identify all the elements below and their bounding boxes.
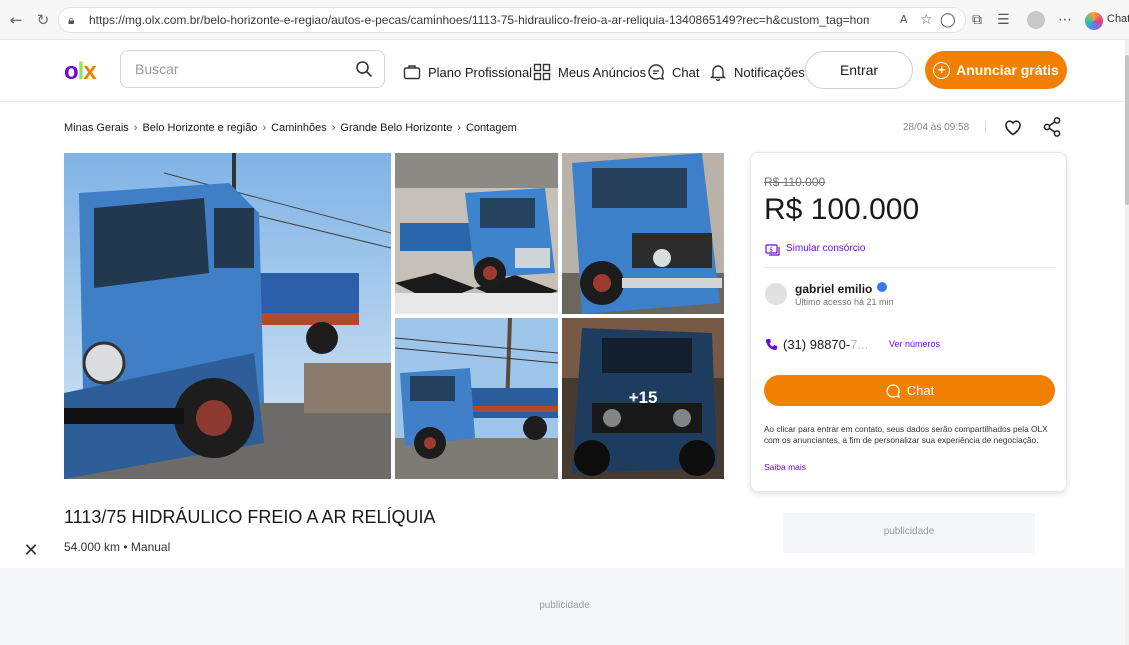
browser-toolbar: ← ↻ 🔒︎ https://mg.olx.com.br/belo-horizo… bbox=[0, 0, 1129, 40]
phone-number-hidden: 7... bbox=[850, 337, 869, 352]
seller-name[interactable]: gabriel emilio bbox=[795, 282, 872, 296]
nav-plano-label: Plano Profissional bbox=[428, 64, 533, 80]
login-button[interactable]: Entrar bbox=[805, 51, 913, 89]
chevron-right-icon: › bbox=[457, 122, 461, 134]
phone-icon bbox=[766, 339, 777, 350]
breadcrumb-item[interactable]: Minas Gerais bbox=[64, 122, 129, 134]
breadcrumb-item[interactable]: Caminhões bbox=[271, 122, 327, 134]
nav-chat[interactable]: Chat bbox=[646, 62, 699, 82]
breadcrumb-item[interactable]: Contagem bbox=[466, 122, 517, 134]
breadcrumb-item[interactable]: Grande Belo Horizonte bbox=[340, 122, 452, 134]
olx-logo[interactable]: olx bbox=[64, 58, 97, 86]
gallery-more-photos[interactable]: +15 bbox=[562, 318, 724, 479]
divider bbox=[985, 120, 986, 134]
simulate-consortium-link[interactable]: Simular consórcio bbox=[786, 243, 865, 254]
chat-bubble-icon bbox=[648, 64, 664, 80]
chat-bubble-icon bbox=[886, 383, 900, 398]
chevron-right-icon: › bbox=[133, 122, 138, 134]
breadcrumb: Minas Gerais › Belo Horizonte e região › C… bbox=[64, 122, 517, 134]
logo-x: x bbox=[83, 58, 96, 85]
bell-icon bbox=[709, 65, 727, 82]
truck-photo-image bbox=[562, 153, 724, 314]
learn-more-link[interactable]: Saiba mais bbox=[764, 462, 806, 472]
chat-button[interactable]: Chat bbox=[764, 375, 1055, 406]
post-date: 28/04 às 09:58 bbox=[903, 122, 970, 133]
gallery-main-photo[interactable] bbox=[64, 153, 391, 479]
announce-button[interactable]: + Anunciar grátis bbox=[925, 51, 1067, 89]
truck-photo-image bbox=[395, 153, 558, 314]
copilot-icon[interactable] bbox=[1085, 12, 1103, 30]
nav-meus-anuncios[interactable]: Meus Anúncios bbox=[532, 62, 646, 82]
seller-last-seen: Último acesso há 21 min bbox=[795, 297, 894, 307]
url-text[interactable]: https://mg.olx.com.br/belo-horizonte-e-r… bbox=[89, 13, 869, 27]
chevron-right-icon: › bbox=[331, 122, 336, 134]
truck-photo-image bbox=[64, 153, 391, 479]
lock-icon: 🔒︎ bbox=[68, 13, 75, 27]
phone-number: (31) 98870-7... bbox=[783, 337, 868, 352]
grid-icon bbox=[533, 63, 551, 81]
breadcrumb-item[interactable]: Belo Horizonte e região bbox=[142, 122, 257, 134]
price-card: R$ 110.000 R$ 100.000 $ Simular consórci… bbox=[750, 152, 1067, 492]
more-menu-icon[interactable]: ⋯ bbox=[1058, 7, 1072, 33]
consortium-icon: $ bbox=[765, 244, 780, 256]
split-screen-icon[interactable]: ⧉ bbox=[972, 7, 982, 33]
share-icon[interactable] bbox=[1042, 116, 1062, 138]
svg-text:$: $ bbox=[769, 247, 773, 254]
current-price: R$ 100.000 bbox=[764, 193, 920, 226]
nav-meus-anuncios-label: Meus Anúncios bbox=[558, 64, 647, 80]
gallery-photo[interactable] bbox=[395, 153, 558, 314]
favorites-list-icon[interactable]: ☰ bbox=[997, 7, 1010, 33]
search-input[interactable] bbox=[135, 61, 345, 77]
phone-number-visible: (31) 98870- bbox=[783, 337, 851, 352]
close-icon[interactable]: ✕ bbox=[20, 540, 42, 562]
gallery-photo[interactable] bbox=[562, 153, 724, 314]
site-header: olx Plano Profissional Meus Anúncios Cha… bbox=[0, 40, 1129, 102]
contact-disclaimer: Ao clicar para entrar em contato, seus d… bbox=[764, 424, 1048, 445]
divider bbox=[764, 267, 1055, 268]
advertisement-label: publicidade bbox=[539, 600, 590, 611]
address-bar[interactable]: 🔒︎ https://mg.olx.com.br/belo-horizonte-… bbox=[58, 7, 966, 33]
chat-button-label: Chat bbox=[906, 383, 935, 398]
scrollbar-thumb[interactable] bbox=[1125, 55, 1129, 205]
chevron-right-icon: › bbox=[262, 122, 267, 134]
nav-notificacoes[interactable]: Notificações bbox=[708, 62, 805, 82]
announce-label: Anunciar grátis bbox=[956, 62, 1059, 78]
favorite-star-icon[interactable]: ☆ bbox=[920, 7, 933, 33]
side-advertisement[interactable]: publicidade bbox=[783, 513, 1035, 553]
read-aloud-icon[interactable]: A bbox=[900, 7, 908, 33]
search-box[interactable] bbox=[120, 50, 385, 88]
heart-icon[interactable] bbox=[1002, 116, 1024, 138]
extension-bell-icon[interactable]: ◯ bbox=[940, 7, 956, 33]
search-icon[interactable] bbox=[354, 59, 374, 79]
seller-avatar[interactable] bbox=[765, 283, 787, 305]
nav-notificacoes-label: Notificações bbox=[734, 64, 805, 80]
advertisement-label: publicidade bbox=[883, 526, 935, 537]
old-price: R$ 110.000 bbox=[764, 175, 826, 189]
copilot-label[interactable]: Chat bbox=[1107, 13, 1129, 25]
ad-specs: 54.000 km • Manual bbox=[64, 540, 171, 554]
profile-avatar[interactable] bbox=[1027, 11, 1045, 29]
ad-title: 1113/75 HIDRÁULICO FREIO A AR RELÍQUIA bbox=[64, 507, 436, 527]
show-numbers-link[interactable]: Ver números bbox=[889, 339, 940, 349]
nav-chat-label: Chat bbox=[672, 64, 700, 80]
refresh-icon[interactable]: ↻ bbox=[33, 10, 53, 30]
plus-circle-icon: + bbox=[933, 61, 951, 79]
nav-plano-profissional[interactable]: Plano Profissional bbox=[402, 62, 532, 82]
briefcase-icon bbox=[403, 65, 421, 80]
logo-o: o bbox=[64, 58, 79, 85]
truck-photo-image bbox=[395, 318, 558, 479]
gallery-photo[interactable] bbox=[395, 318, 558, 479]
more-photos-count: +15 bbox=[628, 388, 658, 407]
back-arrow-icon[interactable]: ← bbox=[6, 10, 26, 30]
bottom-advertisement[interactable]: publicidade bbox=[0, 568, 1129, 645]
verified-badge-icon bbox=[877, 282, 887, 292]
